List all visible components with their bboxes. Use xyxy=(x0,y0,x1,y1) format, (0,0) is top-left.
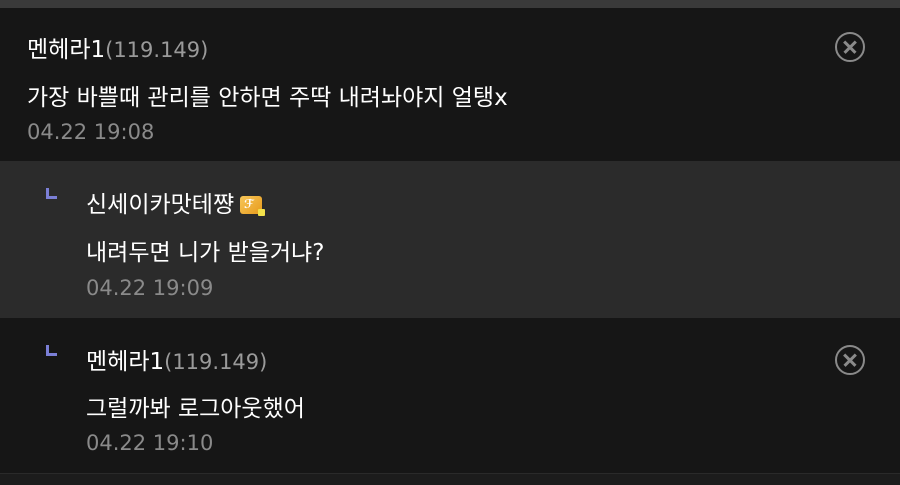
delete-comment-icon[interactable] xyxy=(835,32,865,62)
comment-text: 내려두면 니가 받을거냐? xyxy=(86,240,325,266)
nickname-text: 멘헤라1 xyxy=(86,349,165,375)
comment-date: 04.22 19:08 xyxy=(27,120,155,144)
reply-item: 신세이카맛테쨩 ℱ 내려두면 니가 받을거냐? 04.22 19:09 xyxy=(0,161,900,318)
comment-nickname[interactable]: 멘헤라1(119.149) xyxy=(27,30,208,64)
reply-arrow-icon xyxy=(46,188,57,199)
reply-arrow-icon xyxy=(46,345,57,356)
comment-text: 그럴까봐 로그아웃했어 xyxy=(86,396,305,422)
top-divider xyxy=(0,0,900,8)
comment-date: 04.22 19:10 xyxy=(86,431,214,455)
comment-nickname[interactable]: 신세이카맛테쨩 ℱ xyxy=(86,185,266,219)
reply-item: 멘헤라1(119.149) 그럴까봐 로그아웃했어 04.22 19:10 xyxy=(0,318,900,473)
delete-comment-icon[interactable] xyxy=(835,345,865,375)
ip-address: (119.149) xyxy=(105,38,209,62)
comment-item: 멘헤라1(119.149) 가장 바쁠때 관리를 안하면 주딱 내려놔야지 얼탱… xyxy=(0,8,900,161)
comment-nickname[interactable]: 멘헤라1(119.149) xyxy=(86,342,267,376)
nickname-text: 신세이카맛테쨩 xyxy=(86,192,235,218)
nickname-text: 멘헤라1 xyxy=(27,37,106,63)
comment-text: 가장 바쁠때 관리를 안하면 주딱 내려놔야지 얼탱x xyxy=(27,85,508,111)
gallery-badge-icon: ℱ xyxy=(240,196,266,216)
ip-address: (119.149) xyxy=(164,350,268,374)
bottom-divider xyxy=(0,473,900,485)
comment-date: 04.22 19:09 xyxy=(86,276,214,300)
